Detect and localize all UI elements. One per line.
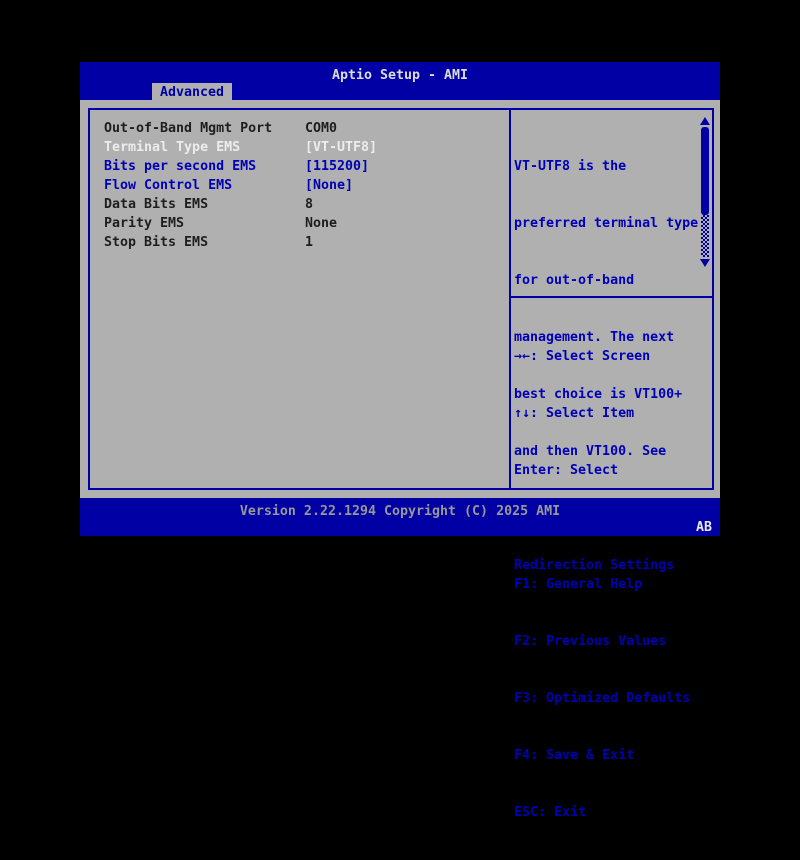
- hotkey-enter: Enter: Select: [514, 463, 619, 478]
- footer-bar: Version 2.22.1294 Copyright (C) 2025 AMI…: [80, 498, 720, 536]
- setting-value: [115200]: [305, 159, 370, 174]
- scroll-up-icon[interactable]: [700, 117, 710, 125]
- bios-screen: Aptio Setup - AMI Advanced Out-of-Band M…: [80, 60, 720, 820]
- setting-row-data-bits: Data Bits EMS 8: [90, 195, 509, 214]
- setting-value: [VT-UTF8]: [305, 140, 378, 155]
- scrollbar-thumb[interactable]: [701, 127, 709, 215]
- build-code: AB: [695, 520, 712, 535]
- settings-list: Out-of-Band Mgmt Port COM0 Terminal Type…: [90, 119, 509, 252]
- setting-row-terminal-type[interactable]: Terminal Type EMS [VT-UTF8]: [90, 138, 509, 157]
- setting-value: 8: [305, 197, 314, 212]
- setting-value: [None]: [305, 178, 354, 193]
- setting-row-bits-per-second[interactable]: Bits per second EMS [115200]: [90, 157, 509, 176]
- hotkey-f4: F4: Save & Exit: [514, 748, 635, 763]
- setting-label: Parity EMS: [104, 216, 185, 231]
- setting-label: Flow Control EMS: [104, 178, 233, 193]
- title-bar: Aptio Setup - AMI Advanced: [80, 62, 720, 102]
- hotkey-f3: F3: Optimized Defaults: [514, 691, 691, 706]
- scroll-down-icon[interactable]: [700, 259, 710, 267]
- setting-row-oob-mgmt-port: Out-of-Band Mgmt Port COM0: [90, 119, 509, 138]
- setting-value: COM0: [305, 121, 338, 136]
- setting-label: Stop Bits EMS: [104, 235, 209, 250]
- setting-value: None: [305, 216, 338, 231]
- setting-label: Out-of-Band Mgmt Port: [104, 121, 273, 136]
- setting-label: Terminal Type EMS: [104, 140, 241, 155]
- hotkey-esc: ESC: Exit: [514, 805, 587, 820]
- hotkey-f1: F1: General Help: [514, 577, 643, 592]
- hotkey-select-screen: →←: Select Screen: [514, 349, 651, 364]
- setting-label: Bits per second EMS: [104, 159, 257, 174]
- settings-pane: Out-of-Band Mgmt Port COM0 Terminal Type…: [90, 110, 509, 488]
- setting-row-stop-bits: Stop Bits EMS 1: [90, 233, 509, 252]
- hotkey-f2: F2: Previous Values: [514, 634, 667, 649]
- help-line: preferred terminal type: [514, 216, 699, 231]
- setting-value: 1: [305, 235, 314, 250]
- help-scrollbar[interactable]: [700, 117, 710, 267]
- help-line: VT-UTF8 is the: [514, 159, 627, 174]
- version-text: Version 2.22.1294 Copyright (C) 2025 AMI: [239, 504, 561, 519]
- legend-divider: [511, 296, 712, 298]
- scrollbar-track[interactable]: [701, 215, 709, 257]
- setting-row-parity: Parity EMS None: [90, 214, 509, 233]
- help-pane: VT-UTF8 is the preferred terminal type f…: [511, 110, 712, 820]
- settings-frame: Out-of-Band Mgmt Port COM0 Terminal Type…: [88, 108, 714, 820]
- hotkey-select-item: ↑↓: Select Item: [514, 406, 635, 421]
- setting-row-flow-control[interactable]: Flow Control EMS [None]: [90, 176, 509, 195]
- main-area: Out-of-Band Mgmt Port COM0 Terminal Type…: [80, 100, 720, 820]
- help-line: for out-of-band: [514, 273, 635, 288]
- hotkey-legend: →←: Select Screen ↑↓: Select Item Enter:…: [514, 309, 710, 860]
- setting-label: Data Bits EMS: [104, 197, 209, 212]
